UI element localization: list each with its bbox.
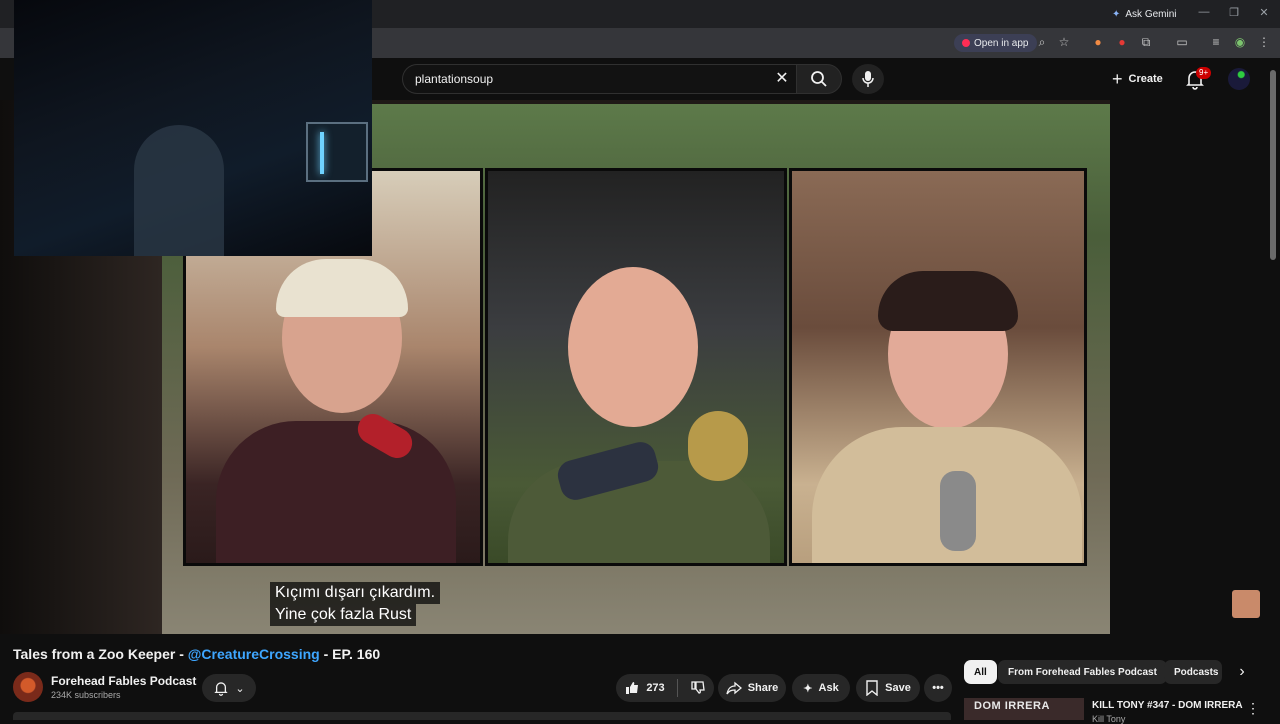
subscriber-count: 234K subscribers bbox=[51, 690, 121, 700]
more-actions-button[interactable]: ••• bbox=[924, 674, 952, 702]
ask-button[interactable]: ✦ Ask bbox=[792, 674, 850, 702]
bookmark-icon bbox=[866, 680, 878, 696]
recommendation-menu-icon[interactable]: ⋮ bbox=[1246, 700, 1260, 717]
youtube-dot-icon bbox=[962, 39, 970, 47]
channel-avatar[interactable] bbox=[13, 672, 43, 702]
video-title-prefix: Tales from a Zoo Keeper - bbox=[13, 646, 188, 662]
bell-icon bbox=[214, 682, 229, 696]
share-label: Share bbox=[747, 682, 779, 694]
channel-name[interactable]: Forehead Fables Podcast bbox=[51, 674, 196, 688]
like-count: 273 bbox=[646, 682, 665, 694]
webcam-person bbox=[134, 125, 224, 256]
description-box-edge[interactable] bbox=[13, 712, 951, 720]
restore-icon[interactable]: ❐ bbox=[1224, 6, 1244, 19]
save-label: Save bbox=[885, 682, 911, 694]
chip-from-channel[interactable]: From Forehead Fables Podcast bbox=[998, 660, 1167, 684]
webcam-overlay bbox=[14, 0, 372, 256]
zoom-icon[interactable]: ⌕ bbox=[1034, 34, 1050, 50]
chip-podcasts[interactable]: Podcasts bbox=[1164, 660, 1222, 684]
extension-fox-icon[interactable]: ● bbox=[1090, 34, 1106, 50]
ask-gemini-button[interactable]: ✦ Ask Gemini bbox=[1104, 4, 1185, 24]
recommendation-channel[interactable]: Kill Tony bbox=[1092, 714, 1125, 724]
cap bbox=[276, 259, 408, 317]
create-label: Create bbox=[1128, 73, 1163, 85]
neon-light bbox=[320, 132, 324, 174]
microphone-right bbox=[940, 471, 976, 551]
ask-gemini-label: Ask Gemini bbox=[1125, 8, 1177, 20]
microphone-icon bbox=[862, 71, 874, 87]
dislike-button[interactable] bbox=[690, 680, 706, 696]
video-title: Tales from a Zoo Keeper - @CreatureCross… bbox=[13, 646, 380, 662]
subtitle-line-1: Kıçımı dışarı çıkardım. bbox=[270, 582, 441, 604]
subtitle-line-2: Yine çok fazla Rust bbox=[270, 604, 417, 626]
search-input-value: plantationsoup bbox=[415, 72, 494, 86]
extensions-puzzle-icon[interactable]: ⧉ bbox=[1138, 34, 1154, 50]
minimize-icon[interactable]: — bbox=[1194, 6, 1214, 18]
gemini-sparkle-icon: ✦ bbox=[1112, 8, 1121, 20]
account-avatar[interactable] bbox=[1228, 68, 1250, 90]
extension-shield-icon[interactable]: ● bbox=[1114, 34, 1130, 50]
ask-label: Ask bbox=[818, 682, 839, 694]
channel-mention-link[interactable]: @CreatureCrossing bbox=[188, 646, 320, 662]
page-scrollbar[interactable] bbox=[1270, 70, 1276, 260]
chip-all[interactable]: All bbox=[964, 660, 997, 684]
hair bbox=[878, 271, 1018, 331]
save-button[interactable]: Save bbox=[856, 674, 920, 702]
video-title-suffix: - EP. 160 bbox=[319, 646, 381, 662]
video-corner-thumbnail[interactable] bbox=[1232, 590, 1260, 618]
share-button[interactable]: Share bbox=[718, 674, 786, 702]
reading-list-icon[interactable]: ≡ bbox=[1208, 34, 1224, 50]
chevron-right-icon[interactable]: › bbox=[1230, 660, 1254, 684]
like-button[interactable]: 273 bbox=[624, 680, 665, 696]
profile-icon[interactable]: ◉ bbox=[1232, 34, 1248, 50]
recommendation-title[interactable]: KILL TONY #347 - DOM IRRERA bbox=[1092, 700, 1243, 711]
notification-badge: 9+ bbox=[1196, 67, 1212, 79]
video-panel-center bbox=[485, 168, 787, 566]
sparkle-icon: ✦ bbox=[803, 682, 813, 695]
like-dislike-group: 273 bbox=[616, 674, 714, 702]
voice-search-button[interactable] bbox=[852, 64, 884, 94]
thumbs-up-icon bbox=[626, 682, 639, 694]
search-button[interactable] bbox=[796, 64, 842, 94]
chevron-down-icon: ⌄ bbox=[235, 682, 245, 695]
bookmark-star-icon[interactable]: ☆ bbox=[1056, 34, 1072, 50]
search-icon bbox=[811, 71, 827, 87]
host-center bbox=[568, 267, 698, 427]
cast-icon[interactable]: ▭ bbox=[1174, 34, 1190, 50]
like-divider bbox=[676, 679, 678, 697]
browser-menu-icon[interactable]: ⋮ bbox=[1256, 34, 1272, 50]
create-button[interactable]: + Create bbox=[1102, 66, 1173, 92]
subscription-bell-button[interactable]: ⌄ bbox=[202, 674, 256, 702]
more-horizontal-icon: ••• bbox=[932, 682, 944, 694]
wall-frame bbox=[306, 122, 368, 182]
video-panel-right bbox=[789, 168, 1087, 566]
recommendation-thumbnail[interactable]: DOM IRRERA bbox=[964, 698, 1084, 720]
share-arrow-icon bbox=[726, 681, 742, 695]
search-input[interactable]: plantationsoup bbox=[402, 64, 796, 94]
open-in-app-button[interactable]: Open in app bbox=[954, 34, 1037, 52]
thumbs-down-icon bbox=[691, 681, 705, 694]
clear-search-icon[interactable]: ✕ bbox=[772, 70, 792, 88]
close-window-icon[interactable]: ✕ bbox=[1254, 6, 1274, 19]
open-in-app-label: Open in app bbox=[974, 37, 1029, 49]
video-subtitles: Kıçımı dışarı çıkardım. Yine çok fazla R… bbox=[270, 582, 441, 626]
bearded-dragon bbox=[688, 411, 748, 481]
plus-icon: + bbox=[1112, 68, 1123, 89]
sweater bbox=[216, 421, 456, 563]
